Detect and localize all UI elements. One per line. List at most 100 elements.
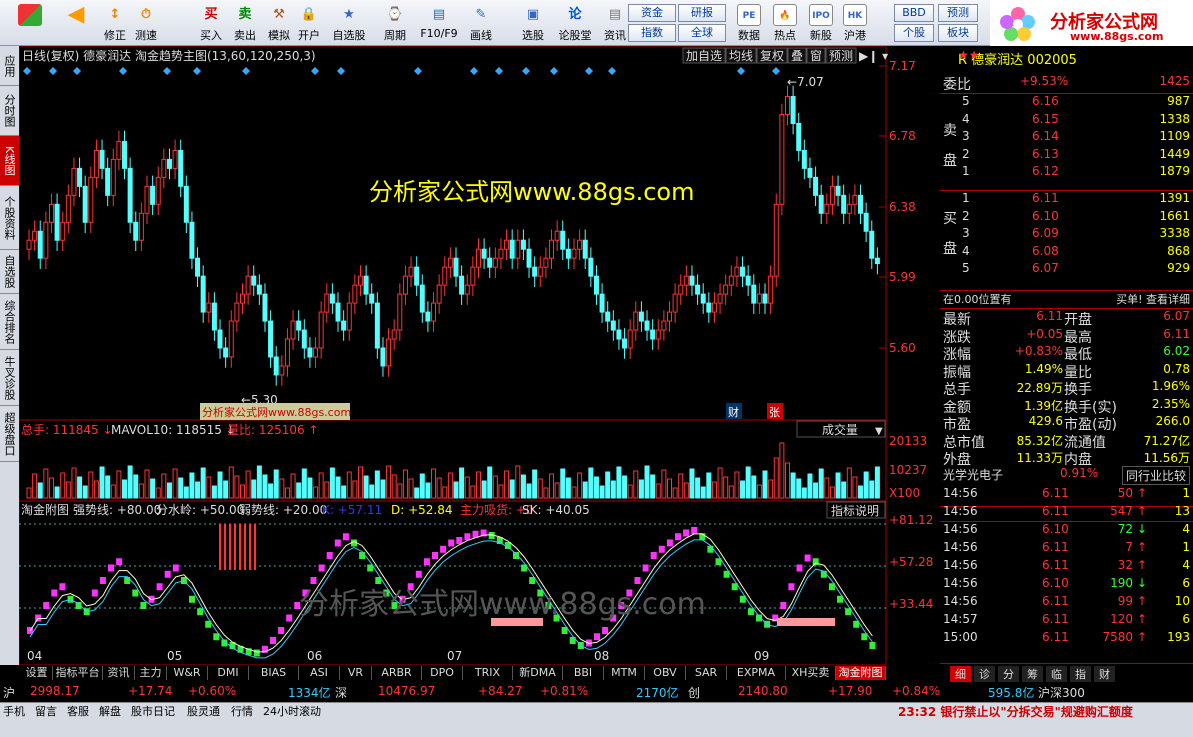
toolbar-btn-0[interactable]: ↕ 修正 [100, 2, 130, 44]
volume-bar [470, 485, 476, 499]
chart-scroll-icon[interactable]: ▶❙ ▾ [859, 49, 888, 63]
vtab-6[interactable]: 牛叉诊股 [0, 350, 19, 406]
toolbar-btn-6[interactable]: ★ 自选股 [328, 2, 370, 44]
panel-tab-3[interactable]: 筹 [1022, 666, 1043, 682]
indicator-tab-18[interactable]: XH买卖 [786, 666, 836, 680]
toolbar-btn-10[interactable]: ▣ 选股 [512, 2, 554, 44]
favorite-star-icon[interactable]: ★★ [958, 48, 980, 62]
toolbar-btn-4[interactable]: ⚒ 模拟 [264, 2, 294, 44]
candle [144, 185, 150, 214]
indicator-tab-1[interactable]: 指标平台 [53, 666, 103, 680]
panel-tab-1[interactable]: 诊 [974, 666, 995, 682]
panel-tab-4[interactable]: 临 [1046, 666, 1067, 682]
vtab-7[interactable]: 超级盘口 [0, 406, 19, 462]
app-menu-icon[interactable] [12, 2, 48, 44]
indicator-tab-10[interactable]: DPO [422, 666, 463, 680]
volume-bar [745, 466, 751, 499]
indicator-tab-12[interactable]: 新DMA [513, 666, 563, 680]
vtab-3[interactable]: 个股资料 [0, 186, 19, 250]
candle [650, 329, 656, 340]
quick-btn-0[interactable]: 资金 [628, 4, 676, 22]
quick-btn-1[interactable]: 研报 [678, 4, 726, 22]
toolbar-label: 数据 [738, 29, 760, 42]
quick-btn-7[interactable]: 板块 [938, 24, 978, 42]
indicator-tab-13[interactable]: BBI [563, 666, 604, 680]
status-item-0[interactable]: 手机 [3, 704, 25, 720]
toolbar-btn-13[interactable]: PE 数据 [734, 2, 764, 44]
vtab-0[interactable]: 应用 [0, 46, 19, 86]
status-item-7[interactable]: 24小时滚动 [263, 704, 321, 720]
toolbar-btn-11[interactable]: 论论股堂 [554, 2, 596, 44]
candle [284, 338, 290, 367]
indicator-tabs: 设置 指标平台 资讯 主力 W&R DMI BIAS ASI VR ARBR DPO TRIX 新DMA… [19, 665, 938, 681]
indicator-tab-5[interactable]: DMI [208, 666, 249, 680]
indicator-tab-11[interactable]: TRIX [463, 666, 513, 680]
candle [245, 275, 251, 295]
candle [543, 257, 549, 268]
quick-btn-5[interactable]: 预测 [938, 4, 978, 22]
toolbar-label: 买入 [200, 29, 222, 42]
toolbar-btn-1[interactable]: ⏱ 测速 [131, 2, 161, 44]
indicator-tab-2[interactable]: 资讯 [103, 666, 135, 680]
toolbar-btn-5[interactable]: 🔒 开户 [294, 2, 324, 44]
indicator-tab-19[interactable]: 淘金附图 [836, 666, 886, 680]
vtab-2[interactable]: K线图 [0, 136, 19, 186]
kline-chart[interactable]: 日线(复权) 德豪润达 淘金趋势主图(13,60,120,250,3) 加自选 均线… [18, 45, 938, 666]
candle [711, 302, 717, 313]
candle [273, 356, 279, 376]
status-item-3[interactable]: 解盘 [99, 704, 121, 720]
status-item-6[interactable]: 行情 [231, 704, 253, 720]
back-icon[interactable]: ◀ [58, 2, 94, 44]
toolbar-btn-15[interactable]: IPO 新股 [806, 2, 836, 44]
candle [397, 293, 403, 331]
indicator-tab-9[interactable]: ARBR [372, 666, 422, 680]
buy-price: 6.10 [1032, 208, 1059, 223]
indicator-tab-3[interactable]: 主力 [135, 666, 167, 680]
quick-btn-2[interactable]: 指数 [628, 24, 676, 42]
toolbar-btn-3[interactable]: 卖卖出 [230, 2, 260, 44]
vol-total: 总手: 111845 ↓ [21, 423, 113, 437]
month-label: 08 [594, 649, 609, 663]
candle [740, 266, 746, 277]
volume-bar [32, 473, 38, 499]
indicator-tab-16[interactable]: SAR [686, 666, 727, 680]
panel-tab-2[interactable]: 分 [998, 666, 1019, 682]
price-tick: 5.60 [889, 341, 916, 355]
panel-tab-0[interactable]: 细 [950, 666, 971, 682]
quick-btn-4[interactable]: BBD [894, 4, 934, 22]
status-item-5[interactable]: 股灵通 [187, 704, 220, 720]
industry-compare-button[interactable]: 同行业比较 [1121, 466, 1190, 485]
vtab-4[interactable]: 自选股 [0, 250, 19, 294]
indicator-tab-6[interactable]: BIAS [249, 666, 299, 680]
status-item-1[interactable]: 留言 [35, 704, 57, 720]
indicator-tab-17[interactable]: EXPMA [727, 666, 786, 680]
toolbar-btn-8[interactable]: ▤ F10/F9 [418, 2, 460, 44]
status-item-4[interactable]: 股市日记 [131, 704, 175, 720]
vtab-5[interactable]: 综合排名 [0, 294, 19, 350]
toolbar-btn-2[interactable]: 买买入 [196, 2, 226, 44]
vtab-1[interactable]: 分时图 [0, 86, 19, 136]
indicator-tab-0[interactable]: 设置 [21, 666, 53, 680]
quick-btn-6[interactable]: 个股 [894, 24, 934, 42]
toolbar-btn-16[interactable]: HK沪港通 [840, 2, 870, 58]
panel-tab-5[interactable]: 指 [1070, 666, 1091, 682]
index-bar: 沪 2998.17 +17.74 +0.60% 1334亿深 10476.97 +84.27… [0, 683, 1193, 701]
toolbar-btn-7[interactable]: ⌚ 周期 [374, 2, 416, 44]
news-ticker[interactable]: 23:32 银行禁止以"分拆交易"规避购汇额度 [898, 704, 1133, 720]
candle [217, 329, 223, 349]
detail-link[interactable]: 买单! 查看详细 [1116, 291, 1190, 307]
indicator-tab-15[interactable]: OBV [645, 666, 686, 680]
toolbar-btn-14[interactable]: 🔥 热点 [770, 2, 800, 44]
indicator-tab-8[interactable]: VR [340, 666, 372, 680]
indicator-tab-7[interactable]: ASI [299, 666, 340, 680]
panel-tab-6[interactable]: 财 [1094, 666, 1115, 682]
indicator-tab-14[interactable]: MTM [604, 666, 645, 680]
indicator-tab-4[interactable]: W&R [167, 666, 208, 680]
quick-btn-3[interactable]: 全球 [678, 24, 726, 42]
volume-bar [633, 470, 639, 499]
logo: 分析家公式网 www.88gs.com [990, 0, 1193, 46]
signal-diamond [311, 67, 319, 75]
status-item-2[interactable]: 客服 [67, 704, 89, 720]
toolbar-btn-9[interactable]: ✎ 画线 [460, 2, 502, 44]
volume-bar [863, 471, 869, 499]
